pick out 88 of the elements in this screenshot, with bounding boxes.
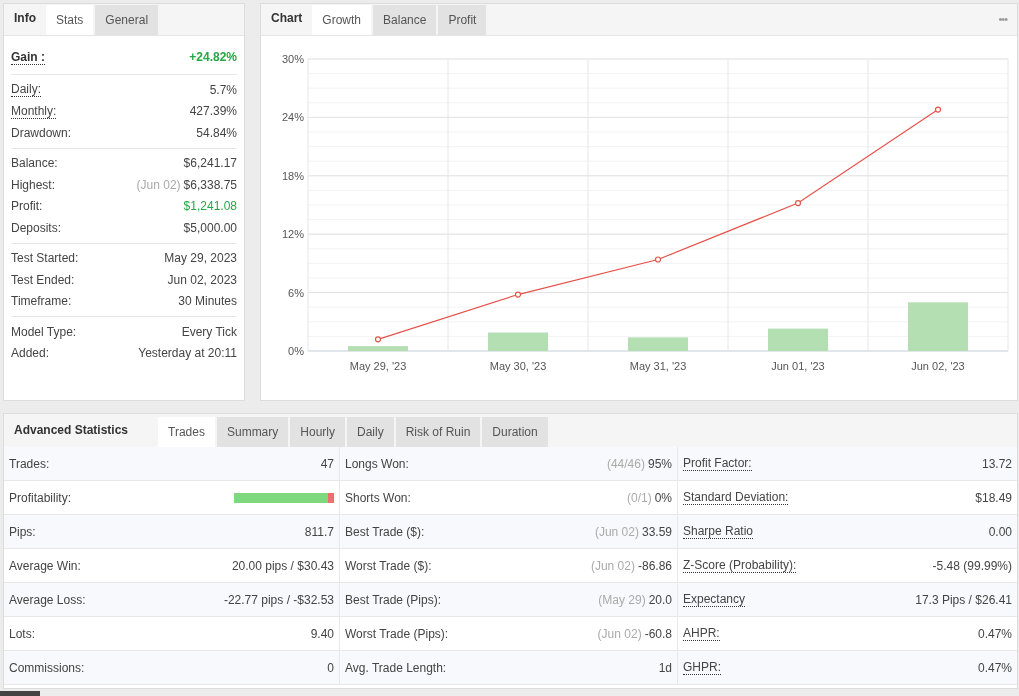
stat-value: 427.39% [189, 103, 237, 121]
stat-label: Z-Score (Probability): [683, 558, 797, 573]
date-note: (May 29) [598, 591, 646, 609]
stat-label: Shorts Won: [345, 489, 411, 507]
panel-title: Chart [270, 10, 304, 27]
stat-label: Test Started: [11, 250, 79, 268]
stat-label: Profit Factor: [683, 456, 752, 471]
stat-value: May 29, 2023 [164, 250, 237, 268]
panel-title: Advanced Statistics [13, 422, 130, 439]
stat-label: Trades: [9, 455, 50, 473]
stat-value: 1d [658, 659, 672, 677]
stat-label: Monthly: [11, 103, 57, 119]
date-note: (Jun 02) [597, 625, 642, 643]
stat-label: Lots: [9, 625, 35, 643]
x-axis-label: Jun 01, '23 [771, 360, 825, 372]
stat-label: Standard Deviation: [683, 490, 789, 505]
stat-value: -5.48 (99.99%) [932, 557, 1012, 575]
date-note: (44/46) [606, 455, 645, 473]
stat-value: 5.7% [209, 81, 237, 99]
stat-label: Test Ended: [11, 271, 75, 289]
stat-value: 0 [327, 659, 334, 677]
stat-value: $6,338.75 [183, 176, 237, 194]
stat-value: 20.00 pips / $30.43 [231, 557, 334, 575]
stat-value: 17.3 Pips / $26.41 [915, 591, 1012, 609]
stat-value: 54.84% [196, 124, 237, 142]
x-axis-label: May 30, '23 [489, 360, 547, 372]
stat-value: 811.7 [304, 523, 334, 541]
stat-value: 13.72 [981, 455, 1012, 473]
stat-label: Expectancy [683, 592, 746, 607]
stat-value: 30 Minutes [178, 293, 237, 311]
stat-label: Best Trade (Pips): [345, 591, 442, 609]
stat-label: Deposits: [11, 219, 62, 237]
stat-label: GHPR: [683, 660, 721, 675]
y-axis-label: 18% [281, 169, 304, 182]
stat-label: Drawdown: [11, 124, 72, 142]
stat-value: Every Tick [181, 323, 237, 341]
x-axis-label: May 29, '23 [349, 360, 407, 372]
stat-label: Best Trade ($): [345, 523, 425, 541]
stat-label: Added: [11, 345, 50, 363]
y-axis-label: 6% [288, 286, 304, 299]
stat-value: 9.40 [310, 625, 334, 643]
stat-label: Average Loss: [9, 591, 86, 609]
stat-label: Worst Trade ($): [345, 557, 432, 575]
stat-value: -60.8 [644, 625, 672, 643]
stat-label: Worst Trade (Pips): [345, 625, 449, 643]
x-axis-label: May 31, '23 [629, 360, 687, 372]
stat-label: Average Win: [9, 557, 81, 575]
stat-value: 0.47% [977, 659, 1012, 677]
date-note: (Jun 02) [594, 523, 639, 541]
stat-value: $5,000.00 [183, 219, 237, 237]
stat-label: Commissions: [9, 659, 85, 677]
stat-label: Sharpe Ratio [683, 524, 754, 539]
stat-label: Timeframe: [11, 293, 72, 311]
stat-value: 20.0 [648, 591, 672, 609]
y-axis-label: 0% [288, 345, 304, 357]
y-axis-label: 12% [281, 228, 304, 241]
stat-label: Profit: [11, 198, 43, 216]
panel-title: Info [13, 10, 37, 27]
stat-label: Longs Won: [345, 455, 409, 473]
stat-value: $6,241.17 [183, 155, 237, 173]
stat-label: Avg. Trade Length: [345, 659, 447, 677]
stat-value: $18.49 [975, 489, 1012, 507]
stat-value: -22.77 pips / -$32.53 [223, 591, 334, 609]
stat-value: 0.00 [988, 523, 1012, 541]
stat-value: 33.59 [641, 523, 672, 541]
date-note: (0/1) [626, 489, 652, 507]
stat-value: 47 [320, 455, 334, 473]
stat-label: Daily: [11, 82, 41, 98]
y-axis-label: 24% [281, 111, 304, 124]
stat-label: Model Type: [11, 323, 77, 341]
stat-value: Jun 02, 2023 [167, 271, 237, 289]
stat-label: Pips: [9, 523, 36, 541]
stat-value: +24.82% [189, 49, 237, 66]
stat-label: Profitability: [9, 489, 72, 507]
y-axis-label: 30% [281, 53, 304, 65]
stat-value: -86.86 [637, 557, 672, 575]
stat-value: 0% [654, 489, 672, 507]
stat-value: 0.47% [977, 625, 1012, 643]
date-note: (Jun 02) [590, 557, 635, 575]
stat-label: Highest: [11, 176, 56, 194]
stat-label: Balance: [11, 155, 58, 173]
stat-label: Gain : [11, 49, 45, 65]
stat-value: Yesterday at 20:11 [138, 345, 237, 363]
stat-value: 95% [647, 455, 672, 473]
x-axis-label: Jun 02, '23 [911, 360, 965, 372]
stat-value: $1,241.08 [183, 198, 237, 216]
stat-label: AHPR: [683, 626, 720, 641]
date-note: (Jun 02) [136, 176, 181, 194]
